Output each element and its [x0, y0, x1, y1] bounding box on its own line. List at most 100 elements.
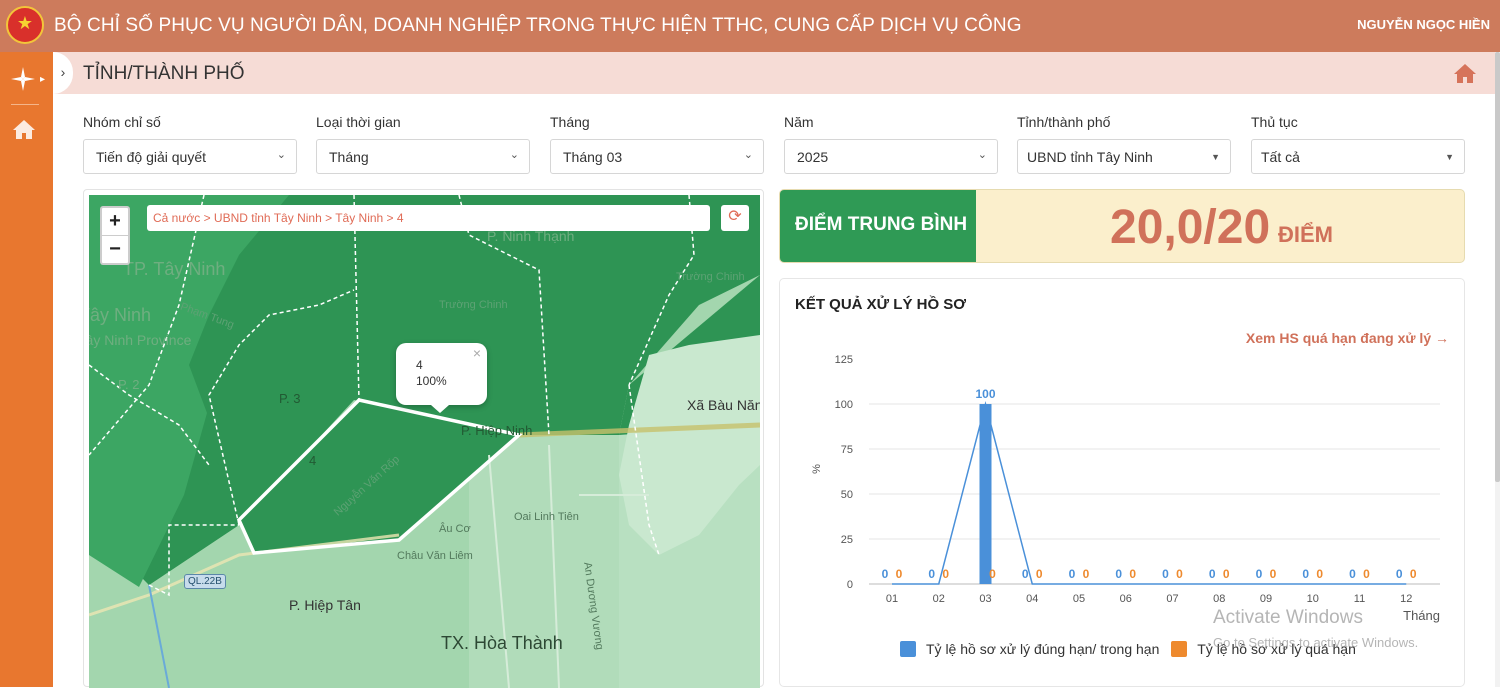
zoom-out-button[interactable]: −: [102, 236, 128, 264]
map-label: Tây Ninh: [89, 305, 152, 325]
scrollbar-thumb[interactable]: [1495, 52, 1500, 482]
province-select[interactable]: UBND tỉnh Tây Ninh ▼: [1017, 139, 1231, 174]
year-select[interactable]: 2025 ⌄: [784, 139, 998, 174]
map-label: Tây Ninh Province: [89, 332, 192, 348]
map-label: P. Hiệp Ninh: [461, 423, 533, 438]
map-viewport[interactable]: TP. Tây Ninh P. Ninh Thạnh Tây Ninh Tây …: [89, 195, 760, 688]
data-label-on-time: 0: [1302, 567, 1309, 581]
filter-label: Loại thời gian: [316, 114, 401, 130]
y-tick-label: 75: [841, 444, 853, 456]
map-label: P. Hiệp Tân: [289, 597, 361, 613]
data-label-on-time: 100: [975, 387, 995, 401]
popup-region-value: 100%: [416, 374, 447, 388]
user-name[interactable]: NGUYỄN NGỌC HIỀN: [1357, 17, 1490, 32]
x-tick-label: 02: [933, 593, 945, 605]
data-label-overdue: 0: [1083, 567, 1090, 581]
page-header-bar: › TỈNH/THÀNH PHỐ: [53, 52, 1495, 94]
zoom-in-button[interactable]: +: [102, 208, 128, 236]
filter-label: Nhóm chỉ số: [83, 114, 161, 130]
caret-down-icon: ▼: [1445, 152, 1454, 162]
filter-group-thang: Tháng Tháng 03 ⌄: [550, 114, 764, 174]
map-label: TX. Hòa Thành: [441, 633, 563, 653]
map-label: Oai Linh Tiên: [514, 511, 579, 523]
national-emblem-icon: ★: [6, 6, 44, 44]
results-chart: 0255075100125%Tháng010 0020 0031000040 0050…: [811, 354, 1440, 623]
map-label: Xã Bàu Năng: [687, 397, 760, 413]
sidebar: ▸: [0, 52, 53, 687]
legend-label: Tỷ lệ hồ sơ xử lý đúng hạn/ trong hạn: [926, 641, 1160, 657]
average-score-label: ĐIỂM TRUNG BÌNH: [780, 190, 976, 262]
data-label-on-time: 0: [928, 567, 935, 581]
close-icon[interactable]: ×: [473, 345, 481, 361]
filter-group-nam: Năm 2025 ⌄: [784, 114, 998, 174]
map-label: 4: [309, 453, 317, 468]
data-label-on-time: 0: [1162, 567, 1169, 581]
y-axis-label: %: [811, 464, 823, 474]
data-label-on-time: 0: [1209, 567, 1216, 581]
x-tick-label: 11: [1354, 593, 1365, 605]
y-tick-label: 125: [835, 354, 853, 366]
app-title: BỘ CHỈ SỐ PHỤC VỤ NGƯỜI DÂN, DOANH NGHIỆ…: [54, 15, 1022, 36]
map-breadcrumb[interactable]: Cả nước > UBND tỉnh Tây Ninh > Tây Ninh …: [147, 205, 710, 231]
average-score-card: ĐIỂM TRUNG BÌNH 20,0/20 ĐIỂM: [779, 189, 1465, 263]
select-value: 2025: [797, 149, 829, 165]
average-score-unit: ĐIỂM: [1278, 222, 1333, 247]
filter-label: Thủ tục: [1251, 114, 1298, 130]
sidebar-home-icon[interactable]: [12, 118, 36, 140]
map-label: Châu Văn Liêm: [397, 550, 473, 562]
map-label: Trường Chinh: [439, 299, 508, 311]
sidebar-divider: [11, 104, 39, 105]
activate-windows-watermark: Activate Windows Go to Settings to activ…: [1213, 607, 1418, 650]
x-tick-label: 06: [1120, 593, 1132, 605]
data-label-overdue: 0: [896, 567, 903, 581]
time-type-select[interactable]: Tháng ⌄: [316, 139, 530, 174]
x-tick-label: 04: [1026, 593, 1038, 605]
x-tick-label: 07: [1166, 593, 1178, 605]
procedure-select[interactable]: Tất cả ▼: [1251, 139, 1465, 174]
map-popup: × 4 100%: [396, 343, 487, 413]
x-tick-label: 03: [979, 593, 991, 605]
refresh-icon[interactable]: ⟳: [721, 205, 749, 231]
chevron-down-icon: ⌄: [977, 149, 987, 161]
select-value: Tiến độ giải quyết: [96, 149, 206, 165]
x-tick-label: 05: [1073, 593, 1085, 605]
map-label: P. 3: [279, 391, 301, 406]
filter-group-thu-tuc: Thủ tục Tất cả ▼: [1251, 114, 1465, 174]
map-label: P. 2: [118, 377, 140, 392]
y-tick-label: 0: [847, 579, 853, 591]
data-label-overdue: 0: [989, 567, 996, 581]
month-select[interactable]: Tháng 03 ⌄: [550, 139, 764, 174]
x-tick-label: 08: [1213, 593, 1225, 605]
filter-group-tinh-thanh-pho: Tỉnh/thành phố UBND tỉnh Tây Ninh ▼: [1017, 114, 1231, 174]
home-icon[interactable]: [1453, 62, 1477, 84]
data-label-overdue: 0: [1223, 567, 1230, 581]
results-title: KẾT QUẢ XỬ LÝ HỒ SƠ: [795, 296, 967, 313]
map-label: TP. Tây Ninh: [123, 259, 226, 279]
data-label-on-time: 0: [1256, 567, 1263, 581]
filter-label: Tỉnh/thành phố: [1017, 114, 1111, 130]
legend-item-on-time[interactable]: Tỷ lệ hồ sơ xử lý đúng hạn/ trong hạn: [900, 641, 1159, 657]
data-label-overdue: 0: [1410, 567, 1417, 581]
filter-label: Tháng: [550, 114, 590, 130]
select-value: Tháng: [329, 149, 369, 165]
data-label-on-time: 0: [1396, 567, 1403, 581]
y-tick-label: 50: [841, 489, 853, 501]
chevron-down-icon: ⌄: [743, 149, 753, 161]
menu-toggle-button[interactable]: ▸: [10, 66, 45, 92]
x-tick-label: 10: [1307, 593, 1319, 605]
y-tick-label: 25: [841, 534, 853, 546]
data-label-overdue: 0: [942, 567, 949, 581]
data-label-on-time: 0: [1022, 567, 1029, 581]
indicator-group-select[interactable]: Tiến độ giải quyết ⌄: [83, 139, 297, 174]
page-scrollbar[interactable]: [1495, 52, 1500, 687]
collapse-sidebar-button[interactable]: ›: [53, 52, 73, 94]
road-badge: QL.22B: [184, 574, 226, 589]
caret-down-icon: ▼: [1211, 152, 1220, 162]
select-value: Tháng 03: [563, 149, 623, 165]
data-label-on-time: 0: [882, 567, 889, 581]
data-label-overdue: 0: [1316, 567, 1323, 581]
x-tick-label: 12: [1400, 593, 1412, 605]
x-tick-label: 01: [886, 593, 898, 605]
legend-swatch: [900, 641, 916, 657]
select-value: UBND tỉnh Tây Ninh: [1027, 149, 1153, 165]
